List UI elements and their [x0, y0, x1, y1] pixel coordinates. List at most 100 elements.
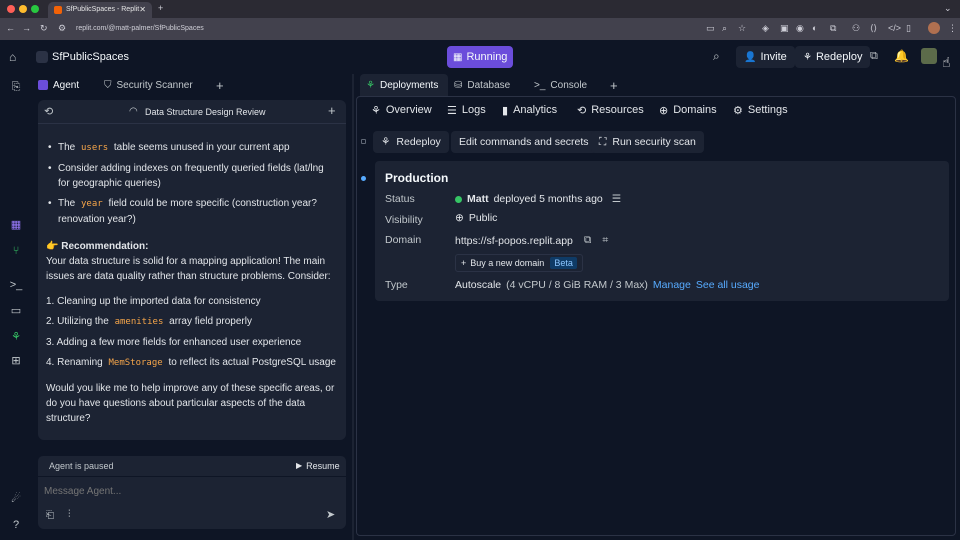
- panel-splitter[interactable]: [352, 74, 354, 540]
- subtab-settings[interactable]: ⚙ Settings: [733, 101, 788, 119]
- run-security-scan-button[interactable]: ⛶ Run security scan: [591, 131, 704, 153]
- files-icon[interactable]: ⎘: [9, 80, 23, 94]
- bug-report-icon[interactable]: ☄: [9, 492, 23, 506]
- add-tab-icon[interactable]: +: [216, 74, 224, 96]
- attach-paperclip-icon[interactable]: ⎗: [46, 510, 54, 521]
- extension-shield-icon[interactable]: ◈: [762, 23, 769, 34]
- domain-link[interactable]: https://sf-popos.replit.app: [455, 235, 573, 247]
- manage-link[interactable]: Manage: [653, 279, 691, 291]
- deployments-icon[interactable]: ⚘: [9, 330, 23, 344]
- tab-agent[interactable]: Agent: [38, 74, 79, 96]
- tab-security-scanner[interactable]: ⛉ Security Scanner: [104, 74, 193, 96]
- resume-label: Resume: [306, 461, 340, 471]
- buy-domain-button[interactable]: + Buy a new domain Beta: [455, 254, 583, 272]
- shell-icon[interactable]: >_: [9, 278, 23, 292]
- close-window-dot[interactable]: [7, 5, 15, 13]
- tab-deployments-label: Deployments: [379, 79, 439, 91]
- run-status-button[interactable]: ▦ Running: [447, 46, 513, 68]
- see-usage-link[interactable]: See all usage: [696, 279, 760, 291]
- home-icon[interactable]: ⌂: [9, 50, 16, 64]
- copy-link-icon[interactable]: ⧉: [870, 50, 878, 63]
- status-dot-icon: [455, 195, 462, 203]
- subtab-resources[interactable]: ⟲ Resources: [577, 101, 644, 119]
- add-user-icon: 👤: [744, 51, 757, 63]
- tab-console[interactable]: >_ Console: [534, 74, 587, 96]
- browser-kebab-icon[interactable]: ⋮: [948, 23, 957, 34]
- search-icon[interactable]: ⌕: [713, 49, 720, 64]
- domain-label: Domain: [385, 234, 422, 246]
- gear-icon: ⚙: [733, 104, 743, 117]
- copy-icon[interactable]: ⧉: [584, 234, 592, 247]
- minimize-window-dot[interactable]: [19, 5, 27, 13]
- workspace-tab-bar: ⚘ Deployments ⛁ Database >_ Console +: [356, 74, 960, 96]
- extension-icon[interactable]: ⚇: [852, 23, 860, 34]
- redeploy-button[interactable]: ⚘ Redeploy: [373, 131, 449, 153]
- invite-button[interactable]: 👤 Invite: [736, 46, 795, 68]
- cast-icon[interactable]: ▭: [706, 23, 715, 34]
- profile-avatar[interactable]: [928, 22, 940, 34]
- qr-code-icon[interactable]: ⌗: [602, 234, 608, 247]
- new-chat-icon[interactable]: +: [328, 103, 336, 118]
- inline-code: year: [81, 199, 103, 209]
- bookmark-star-icon[interactable]: ☆: [738, 23, 746, 34]
- logs-icon: ☰: [447, 104, 457, 117]
- browser-tab[interactable]: SfPublicSpaces - Replit ✕: [48, 2, 152, 18]
- site-info-icon[interactable]: ⚙: [58, 23, 66, 34]
- reload-icon[interactable]: ↻: [40, 23, 48, 34]
- settings-sliders-icon[interactable]: ⫶: [68, 509, 71, 520]
- workspace-grid-icon[interactable]: ▦: [9, 218, 23, 232]
- run-status-label: Running: [466, 51, 508, 63]
- address-bar[interactable]: replit.com/@matt-palmer/SfPublicSpaces: [70, 22, 690, 36]
- subtab-logs[interactable]: ☰ Logs: [447, 101, 486, 119]
- browser-menu-icon[interactable]: ⌄: [944, 3, 952, 14]
- back-icon[interactable]: ←: [6, 23, 15, 33]
- deployments-tab-icon: ⚘: [366, 79, 375, 91]
- preview-monitor-icon[interactable]: ▭: [9, 304, 23, 318]
- new-tab-icon[interactable]: +: [158, 3, 163, 13]
- devtools-icon[interactable]: </>: [888, 23, 901, 33]
- tab-deployments[interactable]: ⚘ Deployments: [360, 74, 449, 96]
- notifications-bell-icon[interactable]: 🔔: [894, 49, 909, 63]
- extension-icon[interactable]: ⟨⟩: [870, 23, 877, 34]
- shield-check-icon: ⛉: [104, 79, 112, 91]
- send-icon[interactable]: ➤: [326, 508, 335, 521]
- analytics-icon: ▮: [502, 104, 509, 117]
- tab-database-label: Database: [467, 79, 511, 91]
- extension-icon[interactable]: ◉: [796, 23, 804, 34]
- closing-message: Would you like me to help improve any of…: [46, 383, 335, 424]
- list-icon[interactable]: ☰: [612, 193, 621, 205]
- extensions-puzzle-icon[interactable]: ⧉: [830, 23, 836, 34]
- extension-icon[interactable]: ▣: [780, 23, 789, 34]
- scan-icon: ⛶: [599, 135, 607, 148]
- resume-button[interactable]: ▶ Resume: [296, 461, 340, 471]
- list-item: 1. Cleaning up the imported data for con…: [46, 296, 261, 307]
- zoom-icon[interactable]: ⌕: [722, 23, 727, 34]
- resources-icon: ⟲: [577, 104, 587, 117]
- user-avatar[interactable]: [921, 48, 937, 64]
- subtab-analytics[interactable]: ▮ Analytics: [502, 101, 557, 119]
- extension-icon[interactable]: ◐: [812, 23, 817, 33]
- help-icon[interactable]: ?: [9, 518, 23, 532]
- visibility-value: ⊕ Public: [455, 212, 498, 224]
- message-input[interactable]: [44, 483, 334, 499]
- globe-icon: ⊕: [659, 104, 669, 117]
- browser-tabstrip: SfPublicSpaces - Replit ✕ + ⌄: [0, 0, 960, 18]
- forward-icon[interactable]: →: [22, 23, 31, 33]
- all-tools-icon[interactable]: ⊞: [9, 354, 23, 368]
- sidebar-icon[interactable]: ▯: [906, 23, 911, 34]
- close-tab-icon[interactable]: ✕: [139, 5, 146, 14]
- topbar-redeploy-button[interactable]: ⚘ Redeploy: [795, 46, 871, 68]
- visibility-label: Visibility: [385, 214, 423, 226]
- subtab-overview[interactable]: ⚘ Overview: [371, 101, 432, 119]
- subtab-domains[interactable]: ⊕ Domains: [659, 101, 717, 119]
- project-switcher[interactable]: SfPublicSpaces: [36, 46, 129, 68]
- maximize-window-dot[interactable]: [31, 5, 39, 13]
- left-rail: ⎘ ▦ ⑂ >_ ▭ ⚘ ⊞ ☄ ?: [0, 74, 32, 540]
- tab-database[interactable]: ⛁ Database: [454, 74, 510, 96]
- edit-commands-button[interactable]: Edit commands and secrets: [451, 131, 597, 153]
- add-tab-icon[interactable]: +: [610, 74, 618, 96]
- git-branch-icon[interactable]: ⑂: [9, 244, 23, 258]
- agent-chat-panel[interactable]: ⟲ ◠ Data Structure Design Review + The u…: [38, 100, 346, 440]
- history-icon[interactable]: ⟲: [44, 105, 53, 118]
- paused-label: Agent is paused: [49, 461, 114, 471]
